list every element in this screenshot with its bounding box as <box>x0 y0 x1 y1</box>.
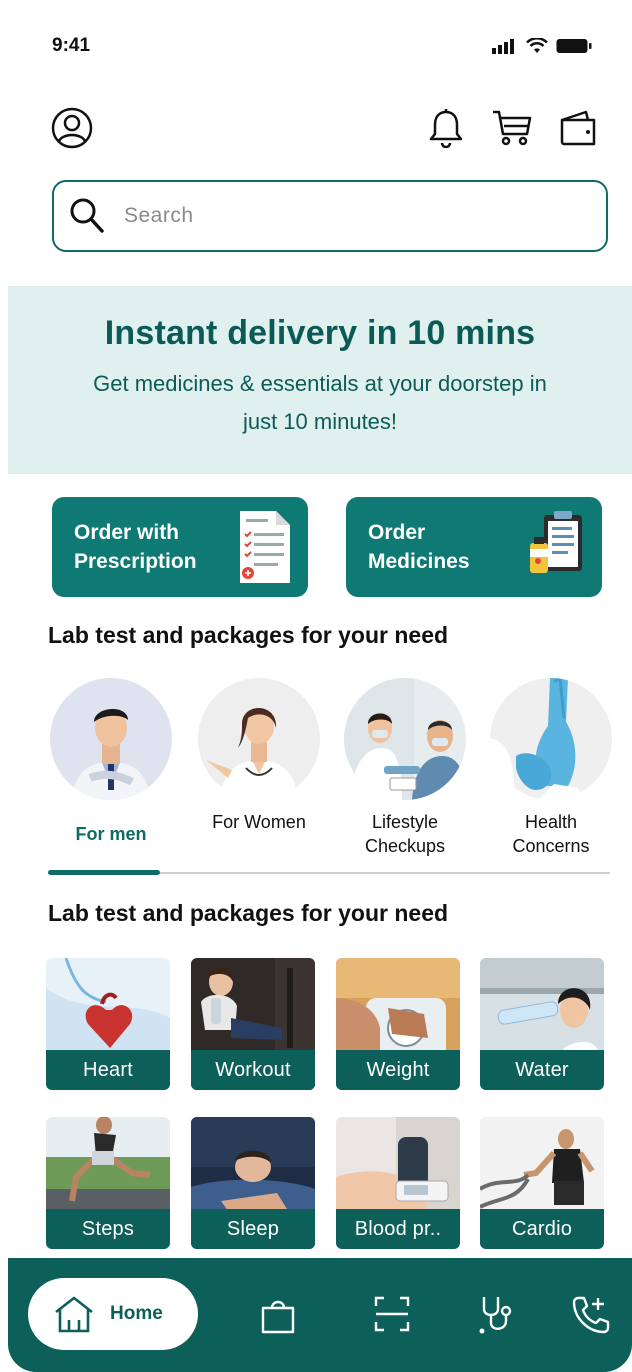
tab-label: Lifestyle Checkups <box>364 812 446 856</box>
tile-label: Heart <box>46 1050 170 1090</box>
tile-weight[interactable]: Weight <box>336 958 460 1090</box>
tile-blood-pressure[interactable]: Blood pr.. <box>336 1117 460 1249</box>
tab-label: Health Concerns <box>512 812 590 856</box>
tile-label: Sleep <box>191 1209 315 1249</box>
banner-title: Instant delivery in 10 mins <box>104 314 536 352</box>
nav-scan[interactable] <box>370 1292 414 1336</box>
tile-steps[interactable]: Steps <box>46 1117 170 1249</box>
app-screen: 9:41 Instant delivery in 10 m <box>8 0 632 1372</box>
status-bar: 9:41 <box>52 32 592 60</box>
profile-button[interactable] <box>50 106 94 150</box>
nav-home-label: Home <box>110 1303 163 1324</box>
section-title-lab-tests: Lab test and packages for your need <box>48 622 449 648</box>
search-bar[interactable] <box>52 180 608 252</box>
tab-for-women[interactable]: For Women <box>198 678 320 834</box>
bottom-navigation: Home <box>8 1258 632 1372</box>
tab-lifestyle-checkups[interactable]: Lifestyle Checkups <box>344 678 466 858</box>
user-icon <box>51 107 93 149</box>
tab-health-concerns[interactable]: Health Concerns <box>490 678 612 858</box>
order-prescription-label: Order with Prescription <box>74 521 197 573</box>
nav-consult[interactable] <box>568 1292 612 1336</box>
top-header <box>50 104 600 152</box>
order-medicines-button[interactable]: Order Medicines <box>346 497 602 597</box>
signal-icon <box>492 39 514 54</box>
status-icons <box>492 38 592 54</box>
tile-label: Blood pr.. <box>336 1209 460 1249</box>
nav-doctor[interactable] <box>474 1292 518 1336</box>
tile-label: Steps <box>46 1209 170 1249</box>
order-with-prescription-button[interactable]: Order with Prescription <box>52 497 308 597</box>
medicines-icon <box>530 511 582 573</box>
tile-label: Cardio <box>480 1209 604 1249</box>
prescription-icon <box>240 511 290 583</box>
wallet-icon <box>560 110 596 146</box>
tile-cardio[interactable]: Cardio <box>480 1117 604 1249</box>
health-concerns-image <box>490 678 612 800</box>
tile-workout[interactable]: Workout <box>191 958 315 1090</box>
tile-label: Weight <box>336 1050 460 1090</box>
order-medicines-label: Order Medicines <box>368 521 470 573</box>
banner-subtitle: Get medicines & essentials at your doors… <box>93 371 547 434</box>
promo-banner[interactable]: Instant delivery in 10 mins Get medicine… <box>8 286 632 474</box>
tab-for-men[interactable]: For men <box>50 678 172 846</box>
tile-water[interactable]: Water <box>480 958 604 1090</box>
wifi-icon <box>526 38 548 53</box>
section-title-lab-tests-2: Lab test and packages for your need <box>48 900 449 926</box>
tile-label: Workout <box>191 1050 315 1090</box>
stethoscope-icon <box>479 1297 512 1334</box>
tile-sleep[interactable]: Sleep <box>191 1117 315 1249</box>
category-tabs: For men For Women Lifestyle Checkups Hea… <box>48 678 618 868</box>
for-women-image <box>198 678 320 800</box>
tab-label: For men <box>75 824 147 844</box>
battery-icon <box>556 39 592 53</box>
for-men-image <box>50 678 172 800</box>
active-tab-indicator <box>48 870 160 875</box>
home-icon <box>55 1296 93 1333</box>
status-time: 9:41 <box>52 35 91 56</box>
tile-label: Water <box>480 1050 604 1090</box>
lifestyle-checkups-image <box>344 678 466 800</box>
wallet-button[interactable] <box>556 106 600 150</box>
notifications-button[interactable] <box>424 106 468 150</box>
phone-plus-icon <box>572 1296 610 1334</box>
tab-label: For Women <box>212 812 306 832</box>
search-icon <box>70 198 104 233</box>
tab-underline <box>48 870 610 875</box>
cart-icon <box>493 110 532 146</box>
search-input[interactable] <box>124 204 564 228</box>
scan-icon <box>374 1296 410 1332</box>
cart-button[interactable] <box>490 106 534 150</box>
tile-heart[interactable]: Heart <box>46 958 170 1090</box>
bag-icon <box>261 1300 295 1334</box>
nav-orders[interactable] <box>256 1292 300 1336</box>
nav-home[interactable]: Home <box>28 1278 198 1350</box>
bell-icon <box>429 109 463 148</box>
